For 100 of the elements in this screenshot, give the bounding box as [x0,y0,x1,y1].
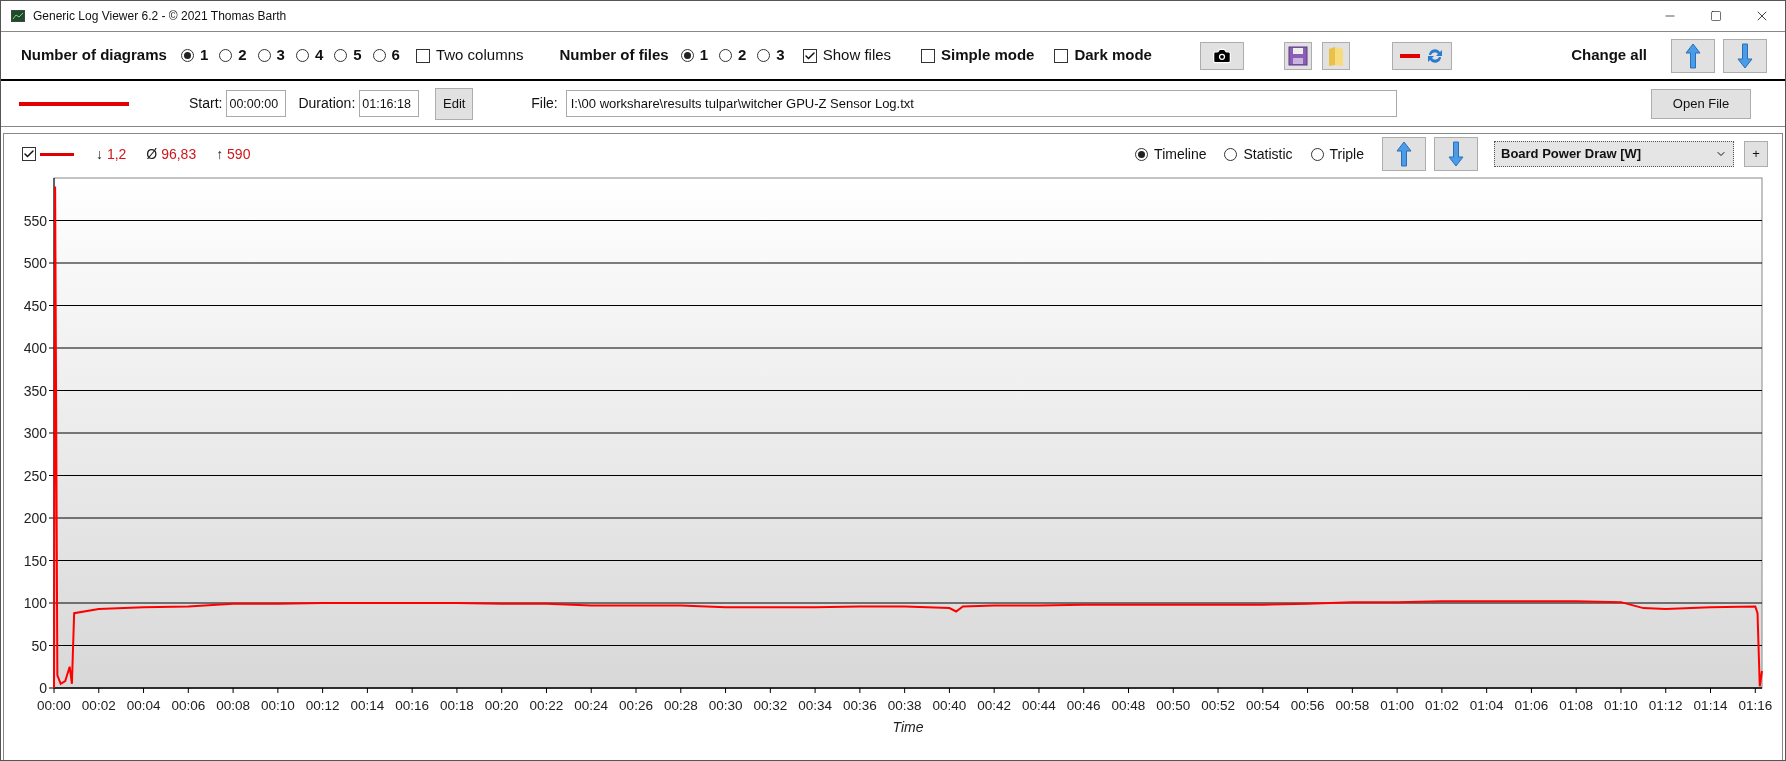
stat-value: Ø 96,83 [146,144,197,164]
duration-label: Duration: [298,94,356,113]
y-tick-label: 400 [23,340,47,356]
window-title: Generic Log Viewer 6.2 - © 2021 Thomas Barth [33,8,287,25]
duration-field[interactable]: 01:16:18 [359,90,420,117]
x-tick-label: 00:20 [484,698,519,713]
refresh-icon [1425,46,1444,65]
x-tick-label: 00:28 [663,698,698,713]
down-arrow-icon [1737,42,1753,69]
x-tick-label: 00:56 [1290,698,1325,713]
line-color-swatch [40,152,74,156]
radio-option[interactable]: 1 [180,44,209,67]
x-tick-label: 00:06 [171,698,206,713]
stat-value: ↑ 590 [216,144,251,164]
y-tick-label: 550 [23,212,47,229]
radio-option[interactable]: 2 [719,44,747,67]
x-tick-label: 00:02 [81,698,116,713]
x-tick-label: 01:04 [1469,698,1504,713]
check-icon [23,148,35,160]
checkbox-option[interactable]: Show files [802,44,892,67]
x-tick-label: 00:12 [305,698,340,713]
screenshot-button[interactable] [1199,41,1244,70]
x-tick-label: 00:34 [798,698,832,713]
y-tick-label: 150 [23,552,47,569]
y-tick-label: 100 [23,595,47,611]
radio-option[interactable]: 1 [680,44,708,67]
swap-color-button[interactable] [1391,41,1452,70]
x-tick-label: 00:10 [260,698,295,713]
open-file-button[interactable]: Open File [1651,88,1751,119]
move-down-button[interactable] [1723,38,1767,73]
file-label: File: [531,94,558,113]
x-tick-label: 00:32 [753,698,788,713]
y-tick-label: 500 [23,255,47,271]
checkbox-option[interactable]: Dark mode [1054,44,1152,67]
x-tick-label: 00:42 [977,698,1012,713]
diagrams-label: Number of diagrams [21,45,167,66]
y-tick-label: 300 [23,425,47,441]
x-tick-label: 01:06 [1514,698,1549,713]
move-up-button[interactable] [1671,38,1715,73]
files-label: Number of files [559,45,669,66]
x-tick-label: 00:18 [440,698,474,713]
move-down-button[interactable] [1434,137,1478,171]
radio-option[interactable]: 3 [757,44,785,67]
x-tick-label: 01:14 [1693,698,1728,713]
x-tick-label: 00:38 [887,698,922,713]
x-tick-label: 00:00 [37,698,71,713]
x-axis-title: Time [892,719,924,735]
x-tick-label: 00:04 [126,698,161,713]
checkbox-option[interactable]: Two columns [415,44,524,67]
channel-dropdown[interactable]: Board Power Draw [W] [1494,141,1734,167]
file-path-field[interactable]: I:\00 workshare\results tulpar\witcher GPU-Z Sensor Log.txt [565,90,1397,117]
y-tick-label: 450 [23,297,47,314]
check-icon [803,49,816,62]
x-tick-label: 00:58 [1335,698,1370,713]
x-tick-label: 00:44 [1022,698,1056,713]
checkbox-option[interactable]: Simple mode [921,44,1035,67]
x-tick-label: 01:08 [1559,698,1594,713]
radio-option[interactable]: 6 [372,44,400,67]
change-all-label: Change all [1571,45,1647,66]
y-tick-label: 250 [23,467,47,484]
x-tick-label: 00:48 [1111,698,1146,713]
radio-option[interactable]: Timeline [1135,143,1207,165]
radio-option[interactable]: Statistic [1224,143,1293,165]
radio-option[interactable]: 5 [334,44,362,67]
start-field[interactable]: 00:00:00 [226,90,287,117]
stat-value: ↓ 1,2 [96,144,127,164]
save-button[interactable] [1283,41,1312,70]
x-tick-label: 01:10 [1604,698,1638,713]
x-tick-label: 00:40 [932,698,967,713]
move-up-button[interactable] [1382,137,1426,171]
add-button[interactable]: + [1744,141,1768,167]
maximize-icon [1710,10,1722,22]
x-tick-label: 00:22 [529,698,564,713]
visible-checkbox[interactable] [22,147,36,161]
x-tick-label: 00:54 [1245,698,1280,713]
x-tick-label: 00:30 [708,698,743,713]
y-tick-label: 0 [39,680,47,696]
start-label: Start: [189,94,223,113]
edit-button[interactable]: Edit [435,87,474,120]
x-tick-label: 01:02 [1425,698,1459,713]
radio-option[interactable]: Triple [1310,143,1364,165]
radio-option[interactable]: 4 [295,44,324,67]
x-tick-label: 00:46 [1066,698,1101,713]
radio-option[interactable]: 2 [219,44,247,67]
up-arrow-icon [1685,42,1701,69]
line-swatch-icon [1399,53,1420,58]
x-tick-label: 00:26 [619,698,653,713]
x-tick-label: 00:08 [216,698,250,713]
y-tick-label: 50 [31,637,47,654]
radio-option[interactable]: 3 [257,44,285,67]
y-tick-label: 200 [23,510,47,526]
x-tick-label: 01:00 [1380,698,1414,713]
down-arrow-icon [1448,141,1464,167]
x-tick-label: 01:12 [1648,698,1683,713]
x-tick-label: 01:16 [1738,698,1773,713]
app-icon [11,10,25,22]
x-tick-label: 00:16 [395,698,430,713]
x-tick-label: 00:36 [842,698,877,713]
folder-icon [1326,44,1345,67]
up-arrow-icon [1396,141,1412,167]
